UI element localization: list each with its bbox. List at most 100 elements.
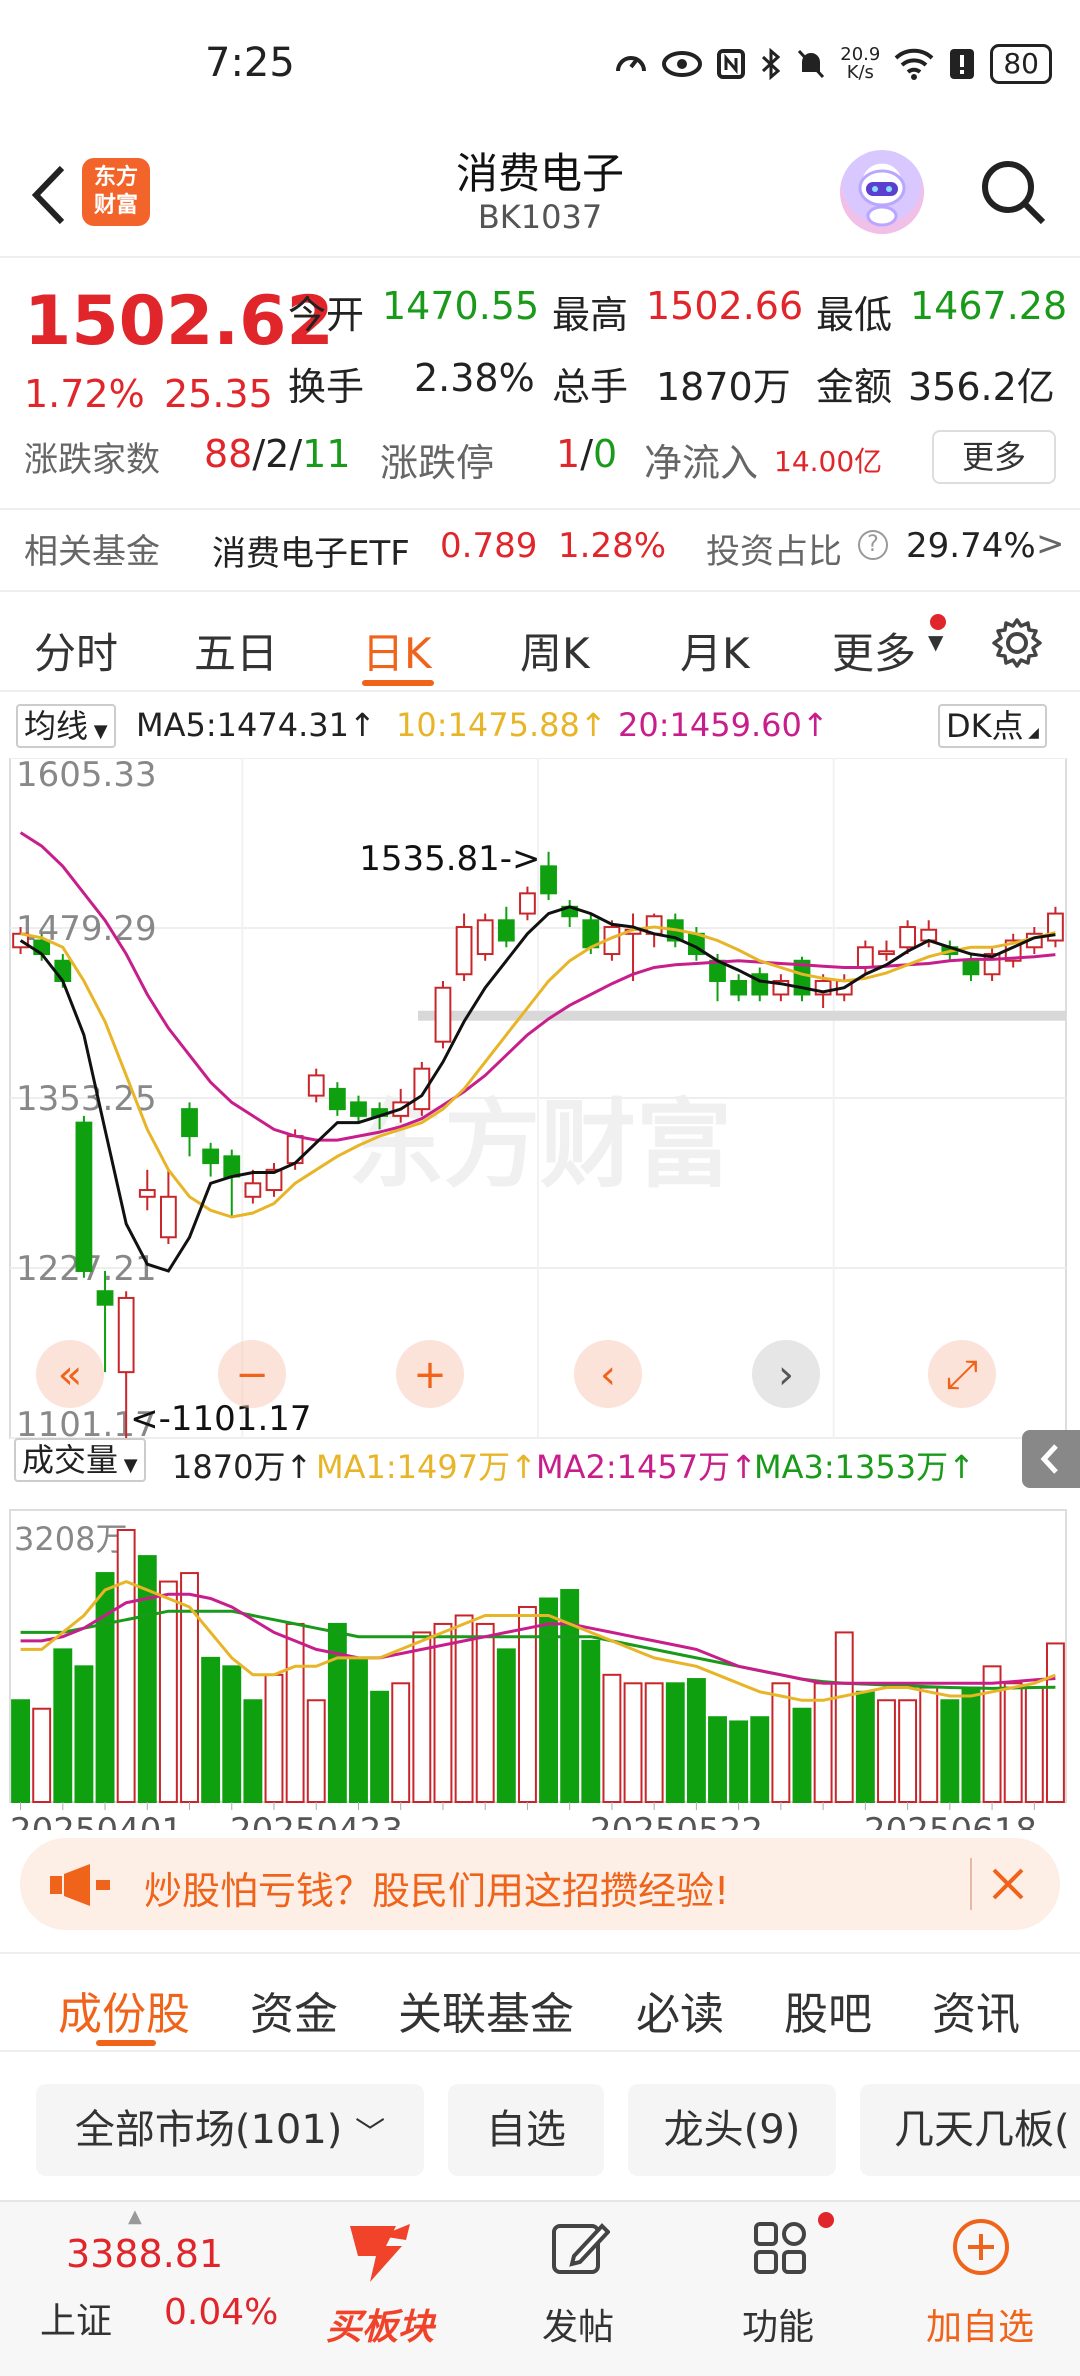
add-watchlist-button[interactable]: 加自选 [900,2202,1060,2376]
candle-body [497,919,515,942]
status-bar: 7:25 20.9 K/s 80 [0,0,1080,130]
volume-bar [898,1699,918,1803]
caret-down-icon: ▼ [118,1455,138,1476]
candle-body [434,986,452,1043]
volume-label: 总手 [552,365,629,409]
kline-svg[interactable]: 东方财富1605.331479.291353.251227.211101.171… [0,758,1080,1830]
tab-more[interactable]: 更多 [832,620,916,681]
turnover-value: 2.38% [414,356,535,400]
dk-label: DK点 [946,707,1024,745]
volume-bar [74,1665,94,1804]
ma10-readout: 10:1475.88↑ [396,706,607,744]
candle-body [307,1074,325,1097]
buy-sector-button[interactable]: 买板块 [300,2202,460,2376]
mute-bell-icon [798,49,825,79]
high-label: 最高 [552,293,629,337]
filter-watchlist[interactable]: 自选 [448,2084,604,2176]
breadth-label: 涨跌家数 [24,440,160,480]
fund-name[interactable]: 消费电子ETF [212,526,410,575]
volume-bar [201,1656,221,1803]
candle-body [202,1148,220,1165]
tab-forum[interactable]: 股吧 [784,1978,872,2042]
volume-bar [834,1631,854,1804]
volume-bar [433,1622,453,1803]
post-button[interactable]: 发帖 [498,2202,658,2376]
tab-daily-k[interactable]: 日K [362,620,432,681]
chevron-right-icon[interactable]: > [1036,524,1065,564]
candle-body [856,946,874,969]
amount-value: 356.2亿 [908,365,1055,409]
candle-body [455,926,473,976]
ma-select-dropdown[interactable]: 均线 ▼ [16,704,116,748]
tab-news[interactable]: 资讯 [932,1978,1020,2042]
tab-intraday[interactable]: 分时 [34,620,118,681]
breadth-flat: 2 [265,432,290,476]
app-header: 东方 财富 消费电子 BK1037 [0,130,1080,258]
more-button[interactable]: 更多 [932,430,1056,484]
active-tab-underline [96,2040,156,2046]
index-value[interactable]: 3388.81 [66,2232,223,2276]
chevron-down-icon: ﹀ [355,2116,386,2151]
filter-chips: 全部市场(101) ﹀ 自选 龙头(9) 几天几板( [0,2084,1080,2182]
volume-bar [877,1699,896,1803]
investment-ratio-label: 投资占比 [706,532,842,572]
volume-bar [750,1716,770,1804]
promo-banner[interactable]: 炒股怕亏钱？股民们用这招攒经验! [20,1838,1060,1930]
tab-funds[interactable]: 资金 [250,1978,338,2042]
tab-weekly-k[interactable]: 周K [520,620,590,681]
tab-constituents[interactable]: 成份股 [58,1978,190,2042]
functions-button[interactable]: 功能 [698,2202,858,2376]
limit-sep: / [580,432,593,476]
filter-all-markets[interactable]: 全部市场(101) ﹀ [36,2084,424,2176]
help-icon[interactable]: ? [858,530,888,560]
candle-body [244,1182,262,1198]
filter-consecutive-limits[interactable]: 几天几板( [860,2084,1080,2176]
turnover-label: 换手 [288,365,365,409]
close-icon[interactable] [988,1864,1028,1904]
breadth-up: 88 [204,432,253,476]
volume-bar [919,1686,939,1803]
corner-arrow-icon: ◢ [1023,725,1039,741]
vol-ma3-readout: MA3:1353万↑ [754,1448,975,1486]
index-name[interactable]: 上证 [40,2292,112,2344]
high-value: 1502.66 [646,284,804,328]
collapse-panel-button[interactable] [1022,1430,1080,1488]
status-icons: 20.9 K/s 80 [614,44,1052,84]
open-value: 1470.55 [382,284,540,328]
volume-y-tick-label: 3208万 [14,1520,127,1558]
plus-icon: + [413,1352,447,1398]
volume-indicator-dropdown[interactable]: 成交量 ▼ [14,1438,146,1482]
divider [0,690,1080,692]
search-icon[interactable] [975,154,1051,230]
minus-icon: − [235,1352,269,1398]
tab-related-funds[interactable]: 关联基金 [398,1978,574,2042]
battery-icon: 80 [990,44,1052,84]
candle-body [899,926,916,949]
change-pct: 1.72% [24,372,145,416]
low-value: 1467.28 [910,284,1068,328]
volume-bar [327,1622,347,1803]
megaphone-icon [50,1864,110,1906]
open-label: 今开 [288,293,365,337]
investment-ratio-value: 29.74% [906,526,1036,566]
dk-point-button[interactable]: DK点 ◢ [938,704,1047,748]
volume-bar [158,1580,178,1804]
gear-icon[interactable] [990,616,1044,670]
index-pct[interactable]: 0.04% [164,2292,278,2333]
volume-bar [982,1665,1002,1804]
tab-five-day[interactable]: 五日 [194,620,278,681]
volume-readout: 1870万↑ [172,1448,313,1486]
volume-bar [32,1707,52,1803]
net-speed-unit: K/s [846,62,874,83]
candle-body [350,1101,367,1117]
x-tick-label: 20250423 [230,1811,403,1830]
tab-must-read[interactable]: 必读 [636,1978,724,2042]
volume-bar [475,1622,495,1803]
quote-panel: 1502.62 1.72% 25.35 今开 1470.55 最高 1502.6… [0,258,1080,588]
filter-leaders[interactable]: 龙头(9) [628,2084,836,2176]
related-fund-label: 相关基金 [24,532,160,572]
tab-monthly-k[interactable]: 月K [680,620,750,681]
inflow-value: 14.00亿 [774,445,883,478]
assistant-robot-icon[interactable] [840,150,924,234]
volume-bar [961,1686,981,1803]
